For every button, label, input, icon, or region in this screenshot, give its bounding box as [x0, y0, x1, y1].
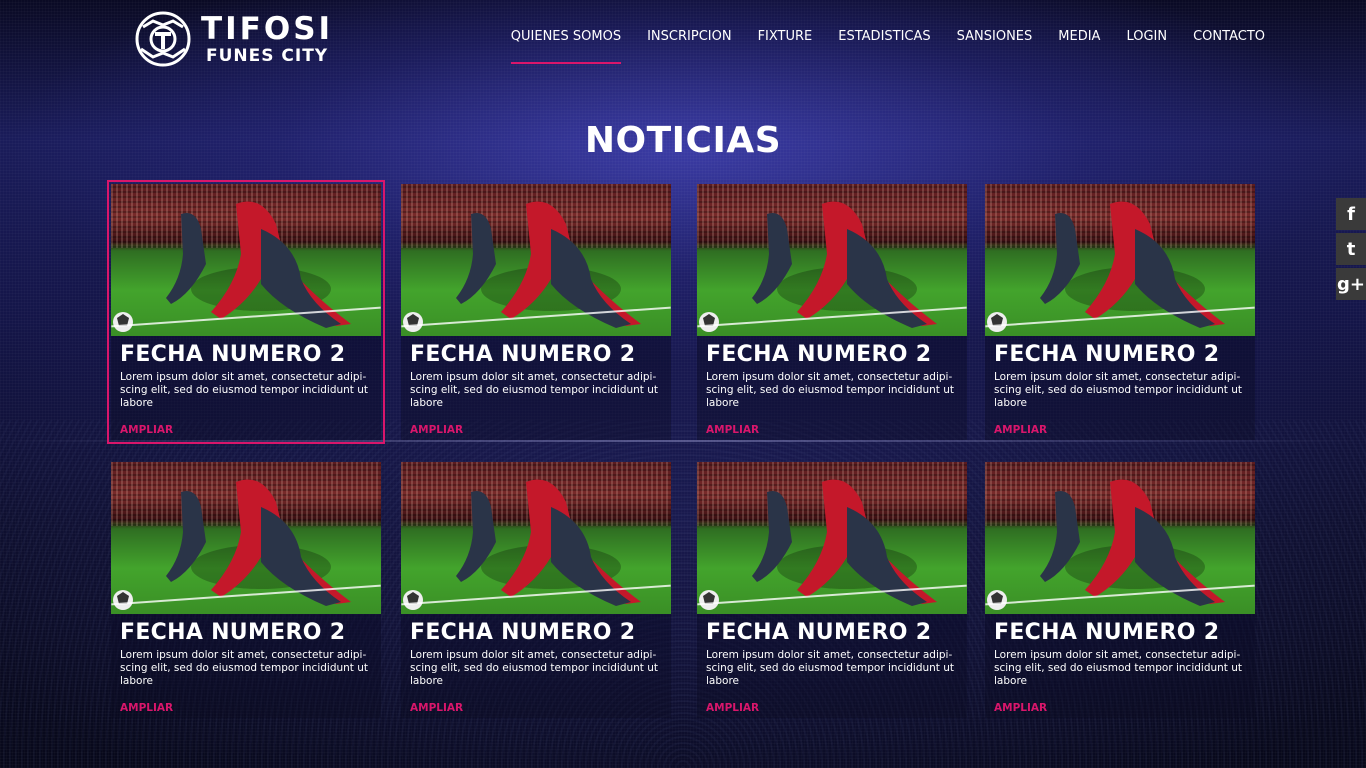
nav-item-inscripcion[interactable]: INSCRIPCION [647, 28, 731, 64]
news-photo [697, 184, 967, 336]
nav-item-contacto[interactable]: CONTACTO [1193, 28, 1265, 64]
news-card[interactable]: FECHA NUMERO 2 Lorem ipsum dolor sit amet… [985, 462, 1255, 718]
ball-emblem-icon [135, 11, 191, 67]
news-excerpt: Lorem ipsum dolor sit amet, consectetur … [120, 649, 369, 687]
facebook-icon[interactable]: f [1336, 198, 1366, 230]
google-plus-icon[interactable]: g+ [1336, 268, 1366, 300]
news-card[interactable]: FECHA NUMERO 2 Lorem ipsum dolor sit amet… [985, 184, 1255, 440]
ampliar-link[interactable]: AMPLIAR [410, 424, 463, 436]
social-bar: f t g+ [1336, 198, 1366, 303]
news-card[interactable]: FECHA NUMERO 2 Lorem ipsum dolor sit amet… [697, 462, 967, 718]
ampliar-link[interactable]: AMPLIAR [120, 424, 173, 436]
news-photo [401, 184, 671, 336]
news-excerpt: Lorem ipsum dolor sit amet, consectetur … [410, 371, 659, 409]
news-card[interactable]: FECHA NUMERO 2 Lorem ipsum dolor sit amet… [107, 180, 385, 444]
page-title: NOTICIAS [584, 120, 782, 161]
news-title: FECHA NUMERO 2 [706, 620, 932, 645]
news-excerpt: Lorem ipsum dolor sit amet, consectetur … [410, 649, 659, 687]
main-nav: QUIENES SOMOS INSCRIPCION FIXTURE ESTADISTI… [510, 28, 1265, 64]
news-photo [985, 462, 1255, 614]
news-photo [401, 462, 671, 614]
nav-item-fixture[interactable]: FIXTURE [758, 28, 813, 64]
news-card[interactable]: FECHA NUMERO 2 Lorem ipsum dolor sit amet… [401, 184, 671, 440]
news-excerpt: Lorem ipsum dolor sit amet, consectetur … [706, 371, 955, 409]
brand-subtitle: FUNES CITY [205, 45, 329, 66]
twitter-icon[interactable]: t [1336, 233, 1366, 265]
news-card[interactable]: FECHA NUMERO 2 Lorem ipsum dolor sit amet… [111, 462, 381, 718]
news-photo [985, 184, 1255, 336]
nav-item-login[interactable]: LOGIN [1126, 28, 1167, 64]
ampliar-link[interactable]: AMPLIAR [994, 424, 1047, 436]
nav-item-estadisticas[interactable]: ESTADISTICAS [838, 28, 930, 64]
logo-text: TIFOSI FUNES CITY [201, 10, 334, 66]
news-title: FECHA NUMERO 2 [706, 342, 932, 367]
ampliar-link[interactable]: AMPLIAR [706, 702, 759, 714]
ampliar-link[interactable]: AMPLIAR [120, 702, 173, 714]
news-title: FECHA NUMERO 2 [994, 342, 1220, 367]
nav-item-sansiones[interactable]: SANSIONES [957, 28, 1033, 64]
news-title: FECHA NUMERO 2 [994, 620, 1220, 645]
news-excerpt: Lorem ipsum dolor sit amet, consectetur … [994, 371, 1243, 409]
news-card[interactable]: FECHA NUMERO 2 Lorem ipsum dolor sit amet… [401, 462, 671, 718]
news-photo [111, 462, 381, 614]
brand-title: TIFOSI [201, 10, 334, 47]
news-title: FECHA NUMERO 2 [410, 620, 636, 645]
news-excerpt: Lorem ipsum dolor sit amet, consectetur … [994, 649, 1243, 687]
news-card[interactable]: FECHA NUMERO 2 Lorem ipsum dolor sit amet… [697, 184, 967, 440]
nav-item-quienes-somos[interactable]: QUIENES SOMOS [510, 28, 622, 64]
news-photo [697, 462, 967, 614]
ampliar-link[interactable]: AMPLIAR [994, 702, 1047, 714]
ampliar-link[interactable]: AMPLIAR [706, 424, 759, 436]
news-title: FECHA NUMERO 2 [410, 342, 636, 367]
site-logo[interactable]: TIFOSI FUNES CITY [135, 10, 360, 68]
news-photo [111, 184, 381, 336]
news-excerpt: Lorem ipsum dolor sit amet, consectetur … [120, 371, 369, 409]
news-title: FECHA NUMERO 2 [120, 342, 346, 367]
news-title: FECHA NUMERO 2 [120, 620, 346, 645]
nav-item-media[interactable]: MEDIA [1058, 28, 1100, 64]
background-glow-line [0, 440, 1366, 442]
ampliar-link[interactable]: AMPLIAR [410, 702, 463, 714]
news-excerpt: Lorem ipsum dolor sit amet, consectetur … [706, 649, 955, 687]
